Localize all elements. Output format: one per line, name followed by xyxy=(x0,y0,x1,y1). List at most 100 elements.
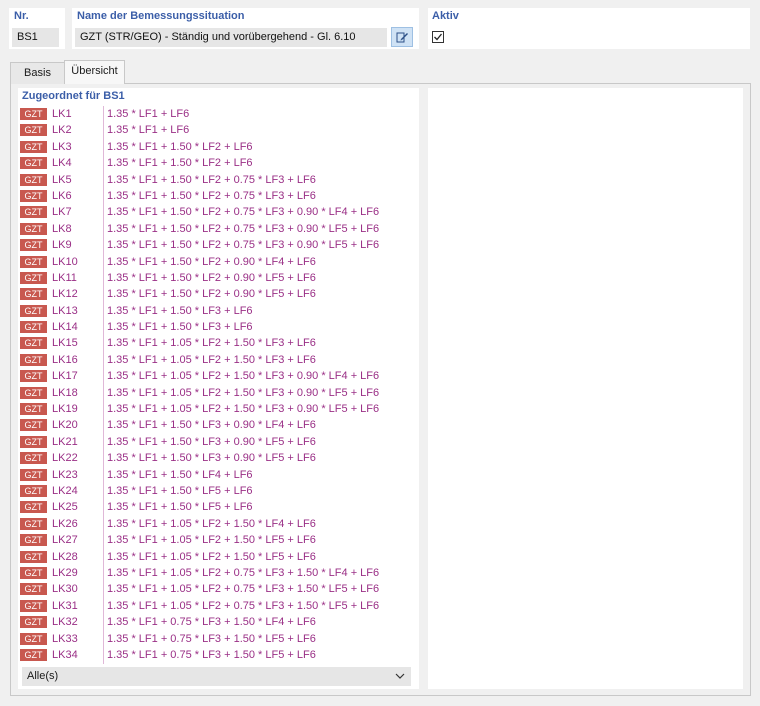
combination-id: LK13 xyxy=(52,304,78,317)
filter-dropdown[interactable]: Alle(s) xyxy=(22,667,411,686)
combination-formula: 1.35 * LF1 + 1.50 * LF2 + 0.75 * LF3 + 0… xyxy=(107,239,380,252)
list-item[interactable]: GZT LK23 1.35 * LF1 + 1.50 * LF4 + LF6 xyxy=(20,467,410,483)
aktiv-checkbox[interactable] xyxy=(432,31,444,43)
combination-formula: 1.35 * LF1 + 1.05 * LF2 + 0.75 * LF3 + 1… xyxy=(107,566,380,579)
combination-id: LK11 xyxy=(52,271,77,284)
combination-id: LK27 xyxy=(52,534,78,547)
gzt-badge: GZT xyxy=(20,189,47,202)
combination-id: LK4 xyxy=(52,157,72,170)
gzt-badge: GZT xyxy=(20,239,47,252)
list-item[interactable]: GZT LK25 1.35 * LF1 + 1.50 * LF5 + LF6 xyxy=(20,499,410,515)
list-item[interactable]: GZT LK34 1.35 * LF1 + 0.75 * LF3 + 1.50 * … xyxy=(20,647,410,663)
name-label: Name der Bemessungssituation xyxy=(77,10,245,22)
combination-id: LK14 xyxy=(52,321,78,334)
list-item[interactable]: GZT LK13 1.35 * LF1 + 1.50 * LF3 + LF6 xyxy=(20,303,410,319)
gzt-badge: GZT xyxy=(20,157,47,170)
gzt-badge: GZT xyxy=(20,108,47,120)
combination-formula: 1.35 * LF1 + 1.05 * LF2 + 1.50 * LF3 + 0… xyxy=(107,370,380,383)
combination-id: LK6 xyxy=(52,189,72,202)
edit-name-button[interactable] xyxy=(391,27,413,47)
combination-formula: 1.35 * LF1 + 1.50 * LF3 + 0.90 * LF4 + L… xyxy=(107,419,316,432)
list-item[interactable]: GZT LK26 1.35 * LF1 + 1.05 * LF2 + 1.50 * … xyxy=(20,516,410,532)
combination-formula: 1.35 * LF1 + 1.50 * LF3 + LF6 xyxy=(107,321,253,334)
gzt-badge: GZT xyxy=(20,501,47,514)
list-item[interactable]: GZT LK4 1.35 * LF1 + 1.50 * LF2 + LF6 xyxy=(20,155,410,171)
list-item[interactable]: GZT LK7 1.35 * LF1 + 1.50 * LF2 + 0.75 * L… xyxy=(20,204,410,220)
filter-selected-value: Alle(s) xyxy=(27,670,59,682)
list-item[interactable]: GZT LK5 1.35 * LF1 + 1.50 * LF2 + 0.75 * L… xyxy=(20,172,410,188)
list-item[interactable]: GZT LK20 1.35 * LF1 + 1.50 * LF3 + 0.90 * … xyxy=(20,417,410,433)
gzt-badge: GZT xyxy=(20,337,47,350)
list-item[interactable]: GZT LK3 1.35 * LF1 + 1.50 * LF2 + LF6 xyxy=(20,139,410,155)
list-item[interactable]: GZT LK22 1.35 * LF1 + 1.50 * LF3 + 0.90 * … xyxy=(20,450,410,466)
aktiv-panel xyxy=(428,8,750,49)
list-item[interactable]: GZT LK27 1.35 * LF1 + 1.05 * LF2 + 1.50 * … xyxy=(20,532,410,548)
gzt-badge: GZT xyxy=(20,534,47,547)
gzt-badge: GZT xyxy=(20,140,47,153)
list-item[interactable]: GZT LK28 1.35 * LF1 + 1.05 * LF2 + 1.50 * … xyxy=(20,549,410,565)
combination-formula: 1.35 * LF1 + 1.50 * LF2 + 0.75 * LF3 + 0… xyxy=(107,222,380,235)
gzt-badge: GZT xyxy=(20,484,47,497)
list-item[interactable]: GZT LK2 1.35 * LF1 + LF6 xyxy=(20,122,410,138)
list-item[interactable]: GZT LK6 1.35 * LF1 + 1.50 * LF2 + 0.75 * L… xyxy=(20,188,410,204)
gzt-badge: GZT xyxy=(20,566,47,579)
tab-basis[interactable]: Basis xyxy=(10,62,65,84)
gzt-badge: GZT xyxy=(20,173,47,186)
combination-formula: 1.35 * LF1 + 0.75 * LF3 + 1.50 * LF5 + L… xyxy=(107,648,316,661)
list-item[interactable]: GZT LK14 1.35 * LF1 + 1.50 * LF3 + LF6 xyxy=(20,319,410,335)
gzt-badge: GZT xyxy=(20,517,47,530)
gzt-badge: GZT xyxy=(20,616,47,629)
tab-uebersicht[interactable]: Übersicht xyxy=(64,60,125,84)
combination-formula: 1.35 * LF1 + 1.50 * LF3 + LF6 xyxy=(107,304,253,317)
combination-id: LK20 xyxy=(52,419,78,432)
check-icon xyxy=(434,33,443,41)
combination-formula: 1.35 * LF1 + 0.75 * LF3 + 1.50 * LF5 + L… xyxy=(107,632,316,645)
list-item[interactable]: GZT LK10 1.35 * LF1 + 1.50 * LF2 + 0.90 * … xyxy=(20,254,410,270)
list-item[interactable]: GZT LK32 1.35 * LF1 + 0.75 * LF3 + 1.50 * … xyxy=(20,614,410,630)
list-item[interactable]: GZT LK29 1.35 * LF1 + 1.05 * LF2 + 0.75 * … xyxy=(20,565,410,581)
gzt-badge: GZT xyxy=(20,419,47,432)
combination-formula: 1.35 * LF1 + 1.05 * LF2 + 1.50 * LF3 + L… xyxy=(107,337,316,350)
list-item[interactable]: GZT LK9 1.35 * LF1 + 1.50 * LF2 + 0.75 * L… xyxy=(20,237,410,253)
list-item[interactable]: GZT LK24 1.35 * LF1 + 1.50 * LF5 + LF6 xyxy=(20,483,410,499)
combination-id: LK25 xyxy=(52,501,78,514)
list-item[interactable]: GZT LK33 1.35 * LF1 + 0.75 * LF3 + 1.50 * … xyxy=(20,631,410,647)
combination-formula: 1.35 * LF1 + 0.75 * LF3 + 1.50 * LF4 + L… xyxy=(107,616,316,629)
combination-id: LK10 xyxy=(52,255,78,268)
name-field[interactable]: GZT (STR/GEO) - Ständig und vorübergehen… xyxy=(75,28,387,47)
list-item[interactable]: GZT LK16 1.35 * LF1 + 1.05 * LF2 + 1.50 * … xyxy=(20,352,410,368)
gzt-badge: GZT xyxy=(20,452,47,465)
list-item[interactable]: GZT LK1 1.35 * LF1 + LF6 xyxy=(20,106,410,122)
gzt-badge: GZT xyxy=(20,599,47,612)
list-item[interactable]: GZT LK12 1.35 * LF1 + 1.50 * LF2 + 0.90 * … xyxy=(20,286,410,302)
gzt-badge: GZT xyxy=(20,255,47,268)
list-item[interactable]: GZT LK8 1.35 * LF1 + 1.50 * LF2 + 0.75 * L… xyxy=(20,221,410,237)
combination-id: LK3 xyxy=(52,140,72,153)
nr-field[interactable]: BS1 xyxy=(12,28,59,47)
combination-list: GZT LK1 1.35 * LF1 + LF6 GZT LK2 1.35 * LF1 +… xyxy=(20,106,410,663)
gzt-badge: GZT xyxy=(20,353,47,366)
list-item[interactable]: GZT LK18 1.35 * LF1 + 1.05 * LF2 + 1.50 * … xyxy=(20,385,410,401)
list-item[interactable]: GZT LK17 1.35 * LF1 + 1.05 * LF2 + 1.50 * … xyxy=(20,368,410,384)
list-item[interactable]: GZT LK21 1.35 * LF1 + 1.50 * LF3 + 0.90 * … xyxy=(20,434,410,450)
chevron-down-icon xyxy=(395,667,405,693)
list-item[interactable]: GZT LK30 1.35 * LF1 + 1.05 * LF2 + 0.75 * … xyxy=(20,581,410,597)
list-item[interactable]: GZT LK31 1.35 * LF1 + 1.05 * LF2 + 0.75 * … xyxy=(20,598,410,614)
combination-id: LK28 xyxy=(52,550,78,563)
combination-formula: 1.35 * LF1 + 1.05 * LF2 + 1.50 * LF3 + 0… xyxy=(107,386,380,399)
combination-id: LK23 xyxy=(52,468,78,481)
edit-icon xyxy=(396,32,408,43)
combination-formula: 1.35 * LF1 + 1.50 * LF4 + LF6 xyxy=(107,468,253,481)
combination-formula: 1.35 * LF1 + 1.05 * LF2 + 0.75 * LF3 + 1… xyxy=(107,583,380,596)
list-item[interactable]: GZT LK11 1.35 * LF1 + 1.50 * LF2 + 0.90 * … xyxy=(20,270,410,286)
combination-id: LK26 xyxy=(52,517,78,530)
combination-id: LK8 xyxy=(52,222,72,235)
gzt-badge: GZT xyxy=(20,632,47,645)
list-item[interactable]: GZT LK19 1.35 * LF1 + 1.05 * LF2 + 1.50 * … xyxy=(20,401,410,417)
combination-formula: 1.35 * LF1 + 1.50 * LF2 + 0.90 * LF4 + L… xyxy=(107,255,316,268)
combination-id: LK12 xyxy=(52,288,78,301)
gzt-badge: GZT xyxy=(20,435,47,448)
list-item[interactable]: GZT LK15 1.35 * LF1 + 1.05 * LF2 + 1.50 * … xyxy=(20,335,410,351)
combination-id: LK33 xyxy=(52,632,78,645)
combination-id: LK29 xyxy=(52,566,78,579)
